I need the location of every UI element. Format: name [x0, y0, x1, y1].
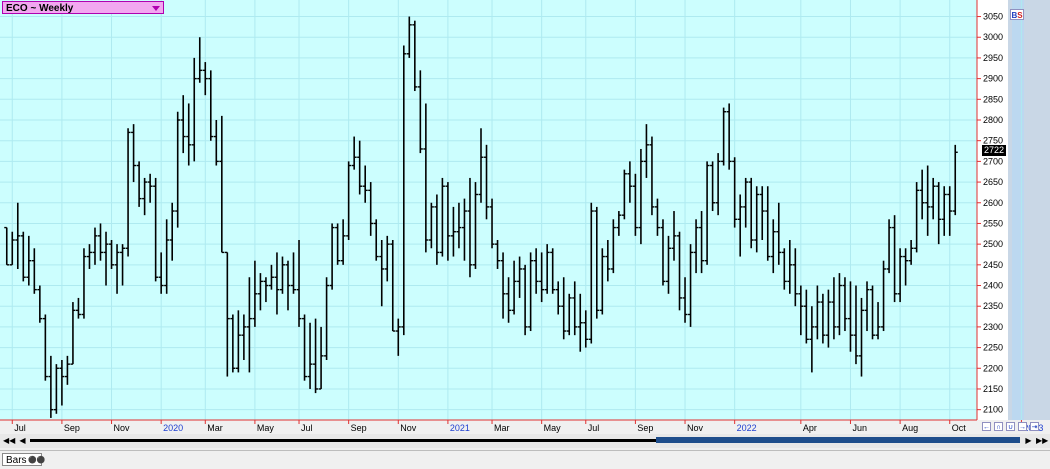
y-tick-label: 2850: [983, 94, 1003, 104]
scroll-back-icon[interactable]: ◀: [17, 435, 28, 446]
x-tick-label: 2021: [450, 423, 470, 433]
x-tick-label: Jul: [588, 423, 600, 433]
last-price-tag: 2722: [982, 145, 1006, 156]
x-tick-label: Aug: [902, 423, 918, 433]
x-tick-label: May: [544, 423, 562, 433]
price-chart[interactable]: 2100 2150 2200 2250 2300 2350 2400 2450 2500 2550…: [0, 0, 1050, 468]
bottom-tab-bar: Bars ⚫⚫: [0, 450, 1050, 469]
symbol-selector[interactable]: ECO ~ Weekly: [2, 1, 164, 14]
y-tick-label: 2300: [983, 322, 1003, 332]
scroll-forward-icon[interactable]: ▶: [1023, 435, 1034, 446]
y-tick-label: 2700: [983, 156, 1003, 166]
y-tick-label: 2150: [983, 384, 1003, 394]
x-axis-labels: Jul Sep Nov 2020 Mar May Jul Sep Nov 2021 Mar May Ju…: [11, 420, 1043, 433]
right-strip-inner: [1012, 0, 1024, 420]
zoom-in-icon[interactable]: ∩: [994, 422, 1003, 431]
x-tick-label: Sep: [637, 423, 653, 433]
y-tick-label: 2800: [983, 115, 1003, 125]
x-tick-label: Jul: [301, 423, 313, 433]
zoom-out-icon[interactable]: ∪: [1006, 422, 1015, 431]
y-tick-label: 2900: [983, 74, 1003, 84]
y-tick-label: 2950: [983, 53, 1003, 63]
x-tick-label: Sep: [351, 423, 367, 433]
x-tick-label: Mar: [207, 423, 223, 433]
chevron-down-icon[interactable]: [152, 6, 160, 11]
x-tick-label: Jun: [852, 423, 867, 433]
y-tick-label: 2550: [983, 218, 1003, 228]
y-tick-label: 2450: [983, 260, 1003, 270]
y-tick-label: 3000: [983, 32, 1003, 42]
price-axis-panel: [977, 0, 1008, 420]
x-tick-label: Jul: [14, 423, 26, 433]
scroll-start-icon[interactable]: ◀◀: [3, 435, 15, 446]
scroll-right-icon[interactable]: →: [1018, 422, 1027, 431]
x-tick-label: 2020: [163, 423, 183, 433]
y-tick-label: 2600: [983, 198, 1003, 208]
y-tick-label: 2200: [983, 363, 1003, 373]
y-tick-label: 2650: [983, 177, 1003, 187]
plot-area: [0, 0, 977, 420]
y-tick-label: 3050: [983, 12, 1003, 22]
scroll-thumb[interactable]: [656, 437, 1020, 443]
y-tick-label: 2350: [983, 301, 1003, 311]
tab-bars-label: Bars: [6, 455, 27, 466]
x-tick-label: Mar: [494, 423, 510, 433]
x-tick-label: 2022: [737, 423, 757, 433]
y-tick-label: 2250: [983, 343, 1003, 353]
y-tick-label: 2500: [983, 239, 1003, 249]
buy-sell-badge[interactable]: BS: [1010, 9, 1024, 20]
y-tick-label: 2100: [983, 405, 1003, 415]
scroll-end-icon[interactable]: ⇥: [1030, 422, 1039, 431]
chart-frame: 2100 2150 2200 2250 2300 2350 2400 2450 2500 2550…: [0, 0, 1050, 469]
x-tick-label: Oct: [952, 423, 967, 433]
scroll-end-button-icon[interactable]: ▶▶: [1036, 435, 1048, 446]
scroll-left-icon[interactable]: ←: [982, 422, 991, 431]
symbol-label: ECO ~ Weekly: [6, 3, 74, 14]
sell-label: S: [1017, 11, 1023, 20]
x-tick-label: Apr: [803, 423, 817, 433]
x-tick-label: Nov: [687, 423, 704, 433]
x-tick-label: Nov: [114, 423, 131, 433]
link-icon: ⚫⚫: [28, 457, 46, 464]
x-tick-label: May: [257, 423, 275, 433]
x-tick-label: Sep: [64, 423, 80, 433]
tab-bars[interactable]: Bars ⚫⚫: [2, 453, 46, 466]
x-tick-label: Nov: [400, 423, 417, 433]
y-tick-label: 2400: [983, 281, 1003, 291]
time-scrollbar[interactable]: ◀◀ ◀ ▶ ▶▶: [0, 434, 1050, 448]
